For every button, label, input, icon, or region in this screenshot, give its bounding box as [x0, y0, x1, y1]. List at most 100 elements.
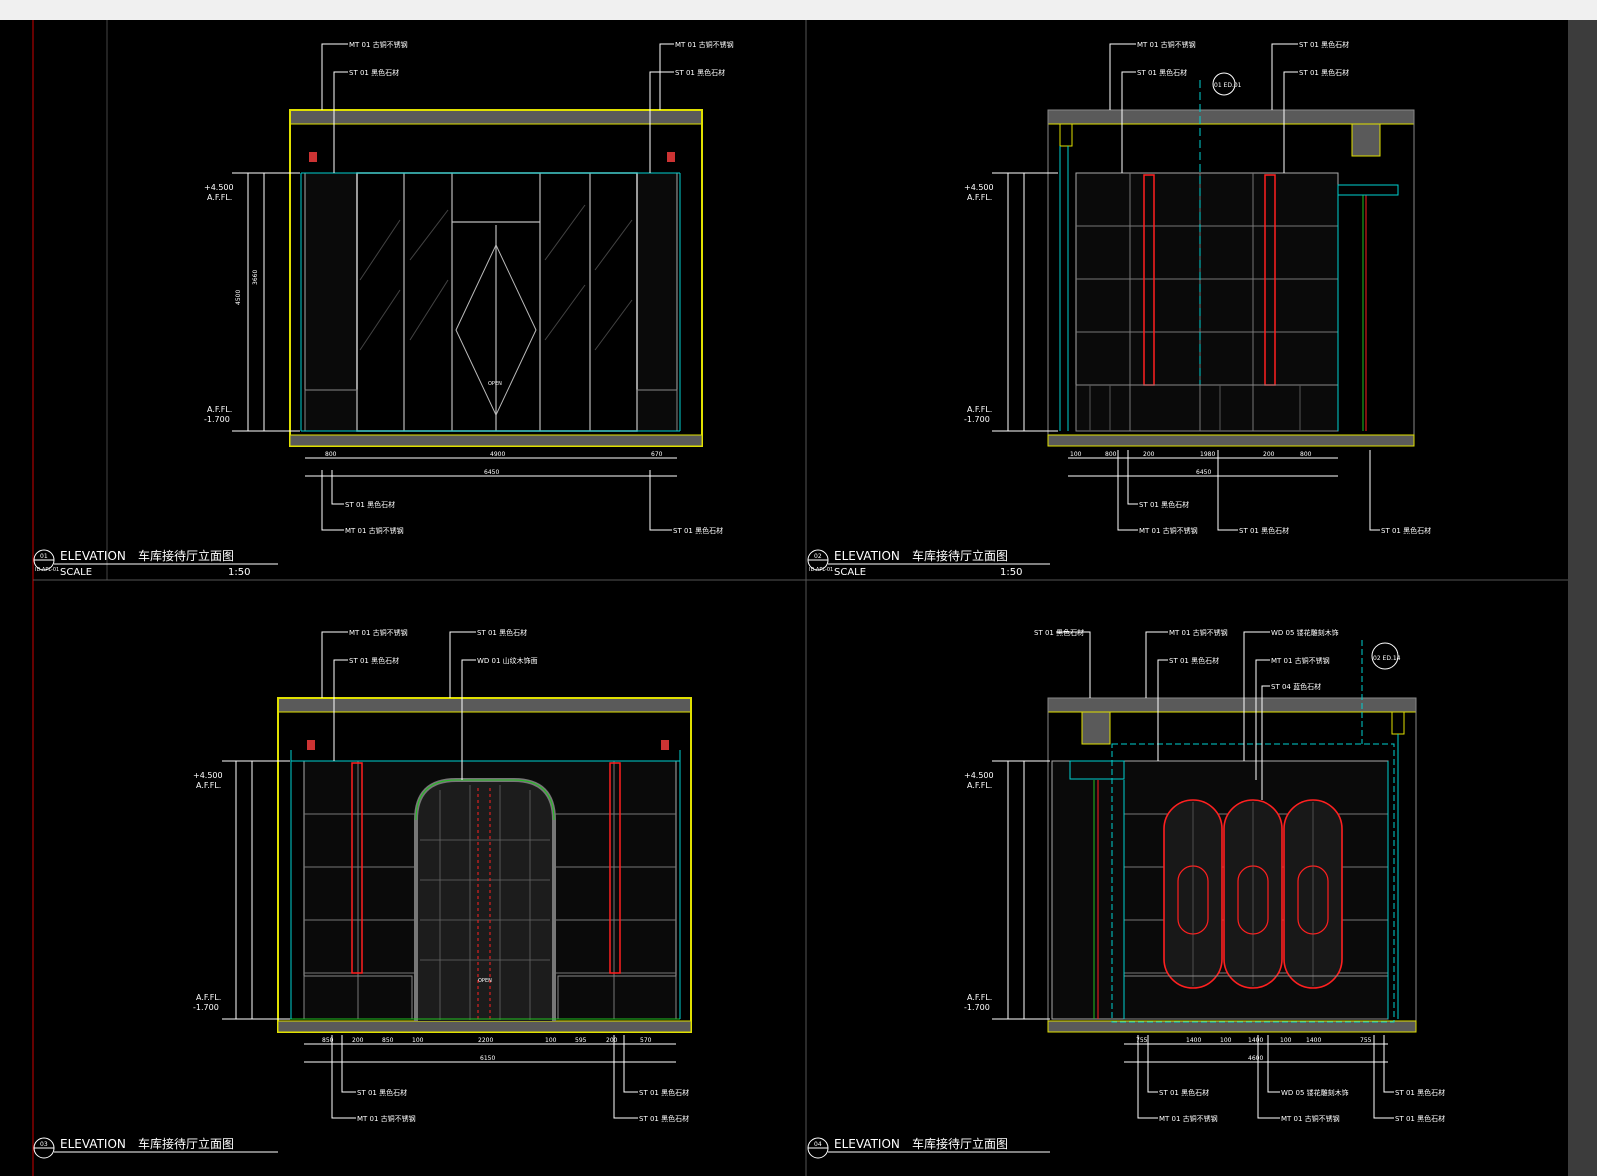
- dim-3: 100: [1220, 1037, 1232, 1044]
- wall-right-marble: [636, 172, 678, 432]
- tag-st01-b: ST 01 黑色石材: [477, 628, 527, 637]
- arched-door: [414, 778, 556, 1021]
- dim-1: 755: [1136, 1037, 1148, 1044]
- level-top-sub: A.F.FL.: [967, 781, 992, 790]
- title-block-02[interactable]: 02 ID.APL-01 ELEVATION 车库接待厅立面图 SCALE 1:…: [807, 548, 1050, 578]
- title-cn: 车库接待厅立面图: [912, 548, 1008, 563]
- level-bottom-sub: -1.700: [193, 1003, 219, 1012]
- elevation-02[interactable]: 01 ED.01 MT 01 古铜不锈钢 ST 01 黑色石材 ST 01 黑色…: [964, 40, 1431, 535]
- title-cn: 车库接待厅立面图: [912, 1136, 1008, 1151]
- dim-total: 6450: [484, 469, 499, 476]
- dim-1: 100: [1070, 451, 1082, 458]
- dim-4: 1400: [1248, 1037, 1263, 1044]
- title-ref: ID.APL-01: [809, 567, 833, 573]
- cad-viewer: MT 01 古铜不锈钢 ST 01 黑色石材 MT 01 古铜不锈钢 ST 01…: [0, 0, 1597, 1176]
- dim-7: 755: [1360, 1037, 1372, 1044]
- tag-st01-c: ST 01 黑色石材: [1159, 1088, 1209, 1097]
- title-ref: ID.APL-01: [35, 567, 59, 573]
- tag-st01-e: ST 01 黑色石材: [1395, 1114, 1445, 1123]
- dim-2: 1400: [1186, 1037, 1201, 1044]
- dim-5: 2200: [478, 1037, 493, 1044]
- dim-total: 6450: [1196, 469, 1211, 476]
- tag-st01-c: ST 01 黑色石材: [357, 1088, 407, 1097]
- glass-partition: [356, 172, 638, 432]
- dim-8: 200: [606, 1037, 618, 1044]
- tag-st01-a: ST 01 黑色石材: [1137, 68, 1187, 77]
- title-en: ELEVATION: [60, 1137, 126, 1151]
- tag-wd05-b: WD 05 镂花雕刻木饰: [1281, 1088, 1349, 1097]
- level-bottom-sub: -1.700: [964, 1003, 990, 1012]
- tag-st01-e: ST 01 黑色石材: [1239, 526, 1289, 535]
- mullions: [403, 173, 591, 431]
- tag-wd05-a: WD 05 镂花雕刻木饰: [1271, 628, 1339, 637]
- dim-total: 4600: [1248, 1055, 1263, 1062]
- title-number: 01: [40, 553, 48, 560]
- dim-6: 1400: [1306, 1037, 1321, 1044]
- dim-2: 200: [352, 1037, 364, 1044]
- dim-5: 100: [1280, 1037, 1292, 1044]
- tag-mt01-a: MT 01 古铜不锈钢: [349, 628, 408, 637]
- title-en: ELEVATION: [60, 549, 126, 563]
- level-bottom: A.F.FL.: [967, 405, 992, 414]
- level-top-sub: A.F.FL.: [967, 193, 992, 202]
- dim-6: 800: [1300, 451, 1312, 458]
- level-top: +4.500: [964, 183, 994, 192]
- elevation-04[interactable]: 02 ED.14 ST 01 黑色石材 MT 01 古铜不锈钢 ST 01 黑色…: [964, 628, 1445, 1123]
- tag-mt01-a: MT 01 古铜不锈钢: [349, 40, 408, 49]
- level-top: +4.500: [193, 771, 223, 780]
- tag-mt01-c: MT 01 古铜不锈钢: [345, 526, 404, 535]
- tag-st01-c: ST 01 黑色石材: [1299, 68, 1349, 77]
- callout-ed14: 02 ED.14: [1373, 655, 1401, 662]
- floor-band: [277, 1020, 692, 1033]
- title-en: ELEVATION: [834, 1137, 900, 1151]
- top-toolbar[interactable]: [0, 0, 1597, 20]
- tag-mt01-b: MT 01 古铜不锈钢: [1271, 656, 1330, 665]
- tag-wd01: WD 01 山纹木饰面: [477, 656, 538, 665]
- dim-9: 570: [640, 1037, 652, 1044]
- wall-left-marble: [304, 172, 358, 432]
- tag-mt01-b: MT 01 古铜不锈钢: [357, 1114, 416, 1123]
- elevation-01[interactable]: MT 01 古铜不锈钢 ST 01 黑色石材 MT 01 古铜不锈钢 ST 01…: [204, 40, 734, 535]
- dim-4: 100: [412, 1037, 424, 1044]
- title-block-03[interactable]: 03 ELEVATION 车库接待厅立面图: [33, 1136, 278, 1159]
- tag-mt01-b: MT 01 古铜不锈钢: [1139, 526, 1198, 535]
- dim-2: 4900: [490, 451, 505, 458]
- scale-label: SCALE: [834, 567, 866, 578]
- level-bottom-sub: -1.700: [204, 415, 230, 424]
- title-number: 04: [814, 1141, 822, 1148]
- floor-band: [289, 434, 703, 447]
- dim-5: 200: [1263, 451, 1275, 458]
- title-block-04[interactable]: 04 ELEVATION 车库接待厅立面图: [807, 1136, 1050, 1159]
- tag-st01-a: ST 01 黑色石材: [349, 656, 399, 665]
- level-top-sub: A.F.FL.: [196, 781, 221, 790]
- vertical-scrollbar[interactable]: [1568, 20, 1597, 1176]
- level-bottom: A.F.FL.: [967, 993, 992, 1002]
- tag-mt01-d: MT 01 古铜不锈钢: [1281, 1114, 1340, 1123]
- dim-4: 1980: [1200, 451, 1215, 458]
- level-bottom: A.F.FL.: [207, 405, 232, 414]
- note-open: OPEN: [488, 381, 502, 387]
- dim-1: 800: [325, 451, 337, 458]
- tag-st01-d: ST 01 黑色石材: [1395, 1088, 1445, 1097]
- level-bottom: A.F.FL.: [196, 993, 221, 1002]
- note-open: OPEN: [478, 978, 492, 984]
- tag-mt01-b: MT 01 古铜不锈钢: [675, 40, 734, 49]
- ceiling-slab: [277, 697, 692, 713]
- vdim-3660: 3660: [252, 270, 259, 285]
- floor-band: [1047, 434, 1415, 447]
- scale-label: SCALE: [60, 567, 92, 578]
- drawing-canvas[interactable]: MT 01 古铜不锈钢 ST 01 黑色石材 MT 01 古铜不锈钢 ST 01…: [0, 20, 1568, 1176]
- dim-3: 200: [1143, 451, 1155, 458]
- dim-total: 6150: [480, 1055, 495, 1062]
- tag-st01-b: ST 01 黑色石材: [675, 68, 725, 77]
- tag-st01-f: ST 01 黑色石材: [1381, 526, 1431, 535]
- tag-st01-d: ST 01 黑色石材: [1139, 500, 1189, 509]
- level-top-sub: A.F.FL.: [207, 193, 232, 202]
- title-number: 02: [814, 553, 822, 560]
- dim-6: 100: [545, 1037, 557, 1044]
- scale-value: 1:50: [228, 567, 250, 578]
- title-block-01[interactable]: 01 ID.APL-01 ELEVATION 车库接待厅立面图 SCALE 1:…: [33, 548, 278, 578]
- dim-3: 850: [382, 1037, 394, 1044]
- level-top: +4.500: [204, 183, 234, 192]
- elevation-03[interactable]: MT 01 古铜不锈钢 ST 01 黑色石材 ST 01 黑色石材 WD 01 …: [193, 628, 692, 1123]
